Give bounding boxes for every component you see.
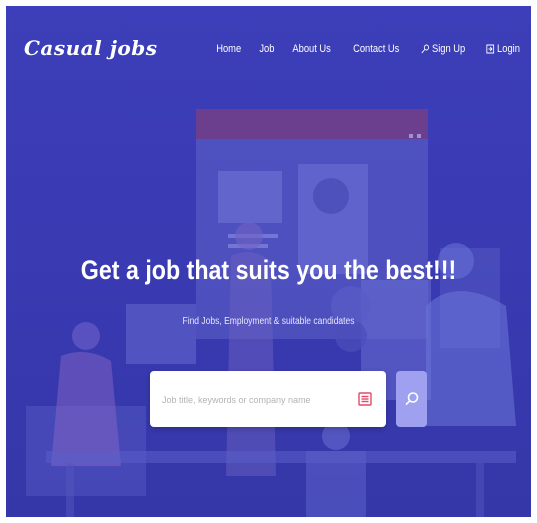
login-link[interactable]: Login xyxy=(486,43,520,55)
search-input[interactable] xyxy=(160,389,354,411)
search-button[interactable] xyxy=(396,371,427,427)
illus-window-bar xyxy=(196,109,428,139)
sign-up-link[interactable]: Sign Up xyxy=(421,43,465,55)
list-icon[interactable] xyxy=(358,392,372,406)
hero-title: Get a job that suits you the best!!! xyxy=(80,255,457,285)
nav-job[interactable]: Job xyxy=(259,43,274,55)
login-label: Login xyxy=(497,43,521,55)
hero-section: Casual jobs Home Job About Us Contact Us… xyxy=(6,6,531,517)
sign-up-label: Sign Up xyxy=(431,43,466,55)
brand-logo[interactable]: Casual jobs xyxy=(24,36,158,60)
search-box xyxy=(150,371,386,427)
nav-about-us[interactable]: About Us xyxy=(293,43,331,55)
nav-home[interactable]: Home xyxy=(216,43,241,55)
key-icon xyxy=(421,44,429,54)
login-icon xyxy=(486,44,495,54)
hero-subtitle: Find Jobs, Employment & suitable candida… xyxy=(182,316,355,327)
main-nav: Home Job About Us Contact Us Sign Up Log… xyxy=(200,43,523,55)
search-icon xyxy=(404,392,418,406)
nav-contact-us[interactable]: Contact Us xyxy=(353,43,399,55)
